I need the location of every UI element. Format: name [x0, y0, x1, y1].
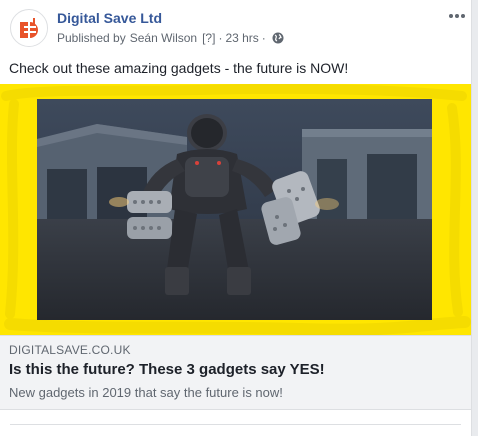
link-title[interactable]: Is this the future? These 3 gadgets say …	[9, 361, 325, 378]
post-time-link[interactable]: 23 hrs	[225, 31, 258, 45]
footer-divider	[10, 424, 461, 425]
meta-separator-2: ·	[261, 31, 266, 45]
post-card: Digital Save Ltd Published by Seán Wilso…	[0, 0, 472, 436]
page-name-link[interactable]: Digital Save Ltd	[57, 10, 162, 26]
post-meta: Published by Seán Wilson [?] · 23 hrs ·	[57, 31, 284, 45]
meta-separator: ·	[218, 31, 223, 45]
link-preview-image[interactable]	[0, 84, 471, 335]
globe-icon[interactable]	[272, 32, 284, 44]
help-marker[interactable]: [?]	[202, 31, 215, 45]
link-domain: DIGITALSAVE.CO.UK	[9, 343, 131, 357]
post-text: Check out these amazing gadgets - the fu…	[9, 60, 349, 76]
post-footer	[0, 410, 471, 436]
link-description: New gadgets in 2019 that say the future …	[9, 385, 283, 400]
published-by-label: Published by	[57, 31, 126, 45]
jetpack-photo	[37, 99, 432, 320]
author-link[interactable]: Seán Wilson	[130, 31, 197, 45]
link-preview[interactable]: DIGITALSAVE.CO.UK Is this the future? Th…	[0, 335, 471, 410]
digital-save-logo-icon	[13, 12, 47, 46]
page-avatar[interactable]	[10, 9, 48, 47]
more-options-icon[interactable]	[446, 8, 468, 24]
